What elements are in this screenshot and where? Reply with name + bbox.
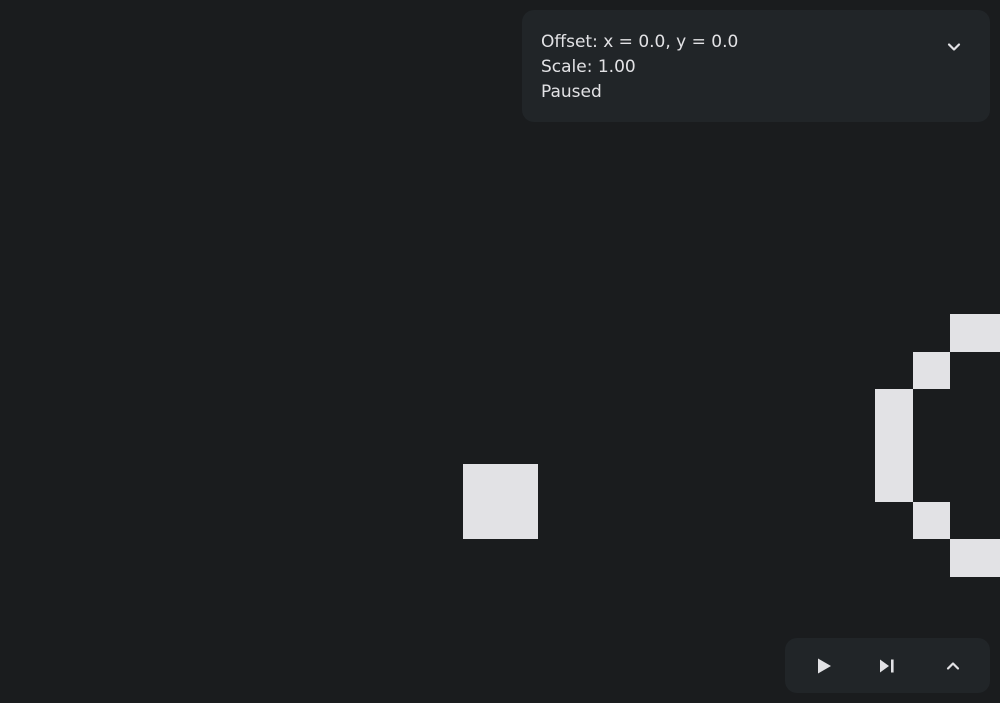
live-cell[interactable] — [950, 539, 988, 577]
live-cell[interactable] — [875, 464, 913, 502]
live-cell[interactable] — [987, 314, 1000, 352]
offset-readout: Offset: x = 0.0, y = 0.0 — [541, 32, 739, 52]
live-cell[interactable] — [500, 464, 538, 502]
life-canvas[interactable]: Offset: x = 0.0, y = 0.0 Scale: 1.00 Pau… — [0, 0, 1000, 703]
live-cell[interactable] — [912, 501, 950, 539]
live-cell[interactable] — [875, 426, 913, 464]
live-cell[interactable] — [462, 501, 500, 539]
live-cell[interactable] — [912, 351, 950, 389]
play-icon — [815, 657, 833, 675]
live-cell[interactable] — [987, 539, 1000, 577]
live-cell[interactable] — [462, 464, 500, 502]
live-cell[interactable] — [875, 389, 913, 427]
expand-button[interactable] — [939, 652, 967, 680]
live-cell[interactable] — [950, 314, 988, 352]
chevron-down-icon[interactable] — [944, 37, 964, 57]
playback-controls — [785, 638, 990, 693]
chevron-up-icon — [943, 656, 963, 676]
live-cell[interactable] — [500, 501, 538, 539]
step-button[interactable] — [873, 652, 901, 680]
skip-next-icon — [878, 657, 896, 675]
scale-readout: Scale: 1.00 — [541, 57, 636, 77]
play-button[interactable] — [810, 652, 838, 680]
status-panel: Offset: x = 0.0, y = 0.0 Scale: 1.00 Pau… — [522, 10, 990, 122]
run-state-label: Paused — [541, 82, 602, 102]
